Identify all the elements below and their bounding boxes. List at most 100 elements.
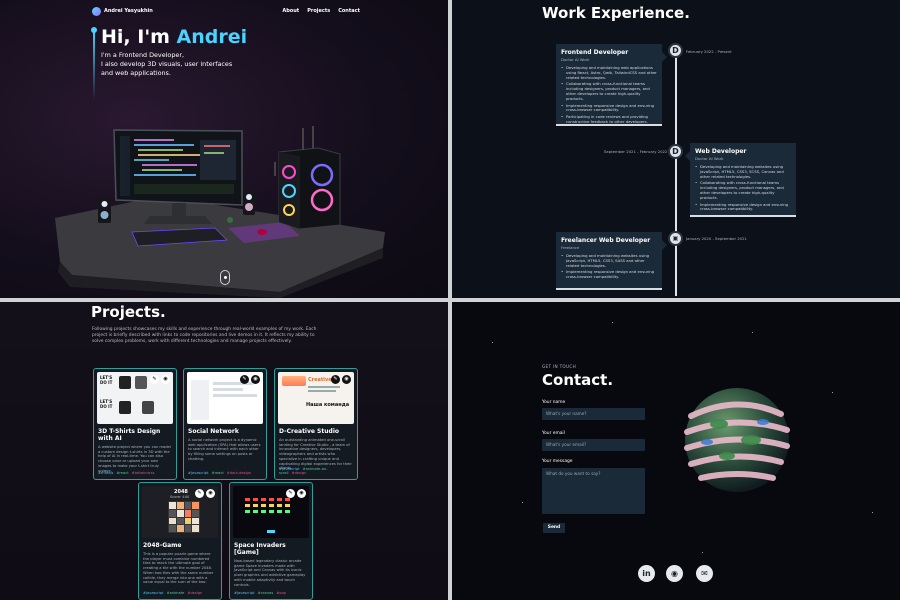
star — [612, 322, 613, 323]
github-icon[interactable]: ◉ — [206, 489, 215, 498]
experience-role: Frontend Developer — [561, 49, 629, 56]
project-thumbnail[interactable]: Creative Наша команда ✎ ◉ — [278, 372, 354, 424]
project-thumbnail[interactable]: ✎ ◉ — [187, 372, 263, 424]
star — [832, 392, 833, 393]
experience-role: Freelancer Web Developer — [561, 237, 651, 244]
thumb-line — [213, 388, 243, 391]
project-description: A social network project is a dynamic we… — [188, 438, 261, 461]
timeline-date-1: February 2022 - Present — [686, 49, 732, 54]
experience-company: Freelance — [561, 245, 580, 250]
project-tag: #react — [211, 471, 224, 475]
live-demo-icon[interactable]: ✎ — [150, 375, 159, 384]
thumb-sidebar — [191, 380, 209, 420]
experience-title: Work Experience. — [542, 4, 690, 22]
tshirt-icon — [119, 376, 131, 389]
project-tag: #oop — [276, 591, 286, 595]
game-board — [168, 501, 200, 533]
email-label: Your email — [542, 431, 565, 436]
timeline-line — [675, 48, 677, 296]
project-title: Social Network — [188, 428, 239, 435]
3d-planet-illustration[interactable] — [677, 380, 797, 500]
project-description: This is a popular puzzle game where the … — [143, 552, 214, 585]
project-title: Space Invaders [Game] — [234, 542, 286, 556]
scroll-down-button[interactable] — [220, 270, 230, 285]
github-icon[interactable]: ◉ — [666, 565, 683, 582]
timeline-node-2-icon: D — [668, 144, 683, 159]
live-demo-icon[interactable]: ✎ — [331, 375, 340, 384]
experience-points: Developing and maintaining web applicati… — [561, 65, 657, 125]
live-demo-icon[interactable]: ✎ — [240, 375, 249, 384]
project-card-space-invaders[interactable]: ✎ ◉ Space Invaders [Game] Now-based legen… — [229, 482, 313, 600]
project-tag: #javascript — [234, 591, 255, 595]
experience-role: Web Developer — [695, 148, 747, 155]
project-card-d-creative[interactable]: Creative Наша команда ✎ ◉ D-Creative Stud… — [274, 368, 358, 480]
experience-point: Developing and maintaining websites usin… — [561, 253, 657, 268]
name-input[interactable]: What's your name? — [542, 408, 645, 420]
experience-point: Implementing responsive design and ensur… — [695, 202, 791, 213]
project-card-2048[interactable]: 2048 Score: 440 ✎ ◉ 2048-Game This is a p… — [138, 482, 222, 600]
github-icon[interactable]: ◉ — [297, 489, 306, 498]
experience-company: Doctor AI Work — [695, 156, 724, 161]
github-icon[interactable]: ◉ — [342, 375, 351, 384]
timeline-date-2: September 2021 - February 2022 — [604, 149, 668, 154]
creative-team-heading: Наша команда — [306, 402, 350, 408]
tshirt-icon — [142, 401, 154, 414]
github-icon[interactable]: ◉ — [161, 375, 170, 384]
live-demo-icon[interactable]: ✎ — [195, 489, 204, 498]
project-description: An outstanding animated one-scroll landi… — [279, 438, 352, 471]
project-tags: #threejs #react #tailwindcss — [98, 471, 157, 475]
tshirt-icon — [135, 376, 147, 389]
project-tag: #design — [291, 471, 307, 475]
email-input[interactable]: What's your email? — [542, 439, 645, 451]
project-thumbnail[interactable]: 2048 Score: 440 ✎ ◉ — [142, 486, 218, 538]
projects-intro: Following projects showcases my skills a… — [92, 327, 317, 345]
project-tags: #javascript #react #dark-design — [188, 471, 254, 475]
project-tag: #javascript — [188, 471, 209, 475]
linkedin-icon[interactable]: in — [638, 565, 655, 582]
experience-point: Participating in code reviews and provid… — [561, 114, 657, 125]
star — [752, 332, 753, 333]
project-card-tshirts[interactable]: LET'S DO IT LET'S DO IT ✎ ◉ 3D T-Shirts D… — [93, 368, 177, 480]
experience-section: Work Experience. D February 2022 - Prese… — [452, 0, 900, 298]
project-thumbnail[interactable]: LET'S DO IT LET'S DO IT ✎ ◉ — [97, 372, 173, 424]
project-tags: #javascript #animate-on-scroll #design — [279, 467, 357, 475]
star — [872, 512, 873, 513]
experience-points: Developing and maintaining websites usin… — [561, 253, 657, 280]
experience-point: Implementing responsive design and ensur… — [561, 270, 657, 280]
project-tags: #javascript #canvas #oop — [234, 591, 289, 595]
thumb-line — [308, 386, 340, 388]
experience-card-3: Freelancer Web Developer Freelance Devel… — [556, 232, 667, 290]
game-score: Score: 440 — [170, 495, 190, 499]
star — [492, 342, 493, 343]
creative-brand: Creative — [308, 377, 332, 383]
desk-setup-3d-illustration[interactable] — [0, 0, 448, 298]
project-tags: #javascript #animate #design — [143, 591, 205, 595]
email-icon[interactable]: ✉ — [696, 565, 713, 582]
name-label: Your name — [542, 400, 566, 405]
experience-point: Developing and maintaining websites usin… — [695, 164, 791, 179]
project-card-social-network[interactable]: ✎ ◉ Social Network A social network proje… — [183, 368, 267, 480]
project-tag: #tailwindcss — [131, 471, 155, 475]
message-label: Your message — [542, 459, 573, 464]
thumb-image — [282, 376, 306, 386]
project-tag: #design — [187, 591, 203, 595]
star — [702, 552, 703, 553]
tshirt-slogan-top: LET'S DO IT — [100, 375, 113, 385]
projects-section: Projects. Following projects showcases m… — [0, 302, 448, 600]
star — [522, 502, 523, 503]
github-icon[interactable]: ◉ — [251, 375, 260, 384]
live-demo-icon[interactable]: ✎ — [286, 489, 295, 498]
hero-section: Andrei Yasyukhin About Projects Contact … — [0, 0, 448, 298]
project-tag: #threejs — [98, 471, 114, 475]
project-tag: #animate — [166, 591, 185, 595]
projects-title: Projects. — [91, 303, 166, 321]
project-title: D-Creative Studio — [279, 428, 339, 435]
send-button[interactable]: Send — [543, 523, 565, 533]
thumb-line — [213, 394, 257, 397]
experience-point: Developing and maintaining web applicati… — [561, 65, 657, 80]
message-textarea[interactable]: What do you want to say? — [542, 468, 645, 514]
timeline-date-3: January 2020 - September 2021 — [686, 236, 747, 241]
experience-company: Doctor AI Work — [561, 57, 590, 62]
project-thumbnail[interactable]: ✎ ◉ — [233, 486, 309, 538]
project-description: Now-based legendary classic arcade game … — [234, 559, 306, 587]
